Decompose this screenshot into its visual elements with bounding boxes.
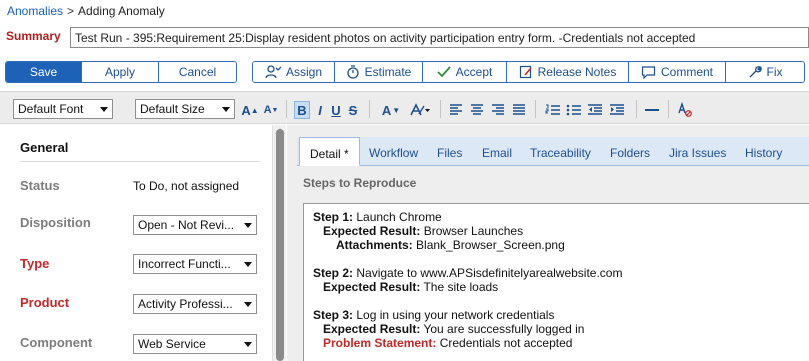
outdent-icon[interactable] <box>587 101 603 119</box>
cancel-button[interactable]: Cancel <box>159 62 236 82</box>
align-center-icon[interactable] <box>470 101 484 119</box>
chevron-down-icon <box>100 107 108 112</box>
tab-email[interactable]: Email <box>482 137 512 166</box>
step-line: Problem Statement: Credentials not accep… <box>323 336 573 350</box>
align-left-icon[interactable] <box>449 101 463 119</box>
estimate-button[interactable]: Estimate <box>335 62 423 82</box>
tab-traceability[interactable]: Traceability <box>530 137 591 166</box>
assign-label: Assign <box>285 65 323 79</box>
italic-button[interactable]: I <box>314 101 326 119</box>
font-family-select[interactable]: Default Font <box>13 99 113 119</box>
comment-bubble-icon <box>641 66 656 79</box>
scrollbar-thumb[interactable] <box>276 129 284 361</box>
font-family-value: Default Font <box>18 102 84 116</box>
component-label: Component <box>20 335 93 350</box>
type-select[interactable]: Incorrect Functi... <box>133 254 257 274</box>
assign-button[interactable]: Assign <box>253 62 335 82</box>
step-line: Step 2: Navigate to www.APSisdefinitelya… <box>313 266 623 280</box>
step-line: Attachments: Blank_Browser_Screen.png <box>336 238 565 252</box>
underline-button[interactable]: U <box>330 101 342 119</box>
component-select[interactable]: Web Service <box>133 334 257 354</box>
release-notes-icon <box>519 65 532 79</box>
font-size-select[interactable]: Default Size <box>135 99 235 119</box>
disposition-select[interactable]: Open - Not Revi... <box>133 215 257 235</box>
stopwatch-icon <box>347 65 359 79</box>
workflow-button-group: Assign Estimate Accept Release Notes Com… <box>252 61 805 83</box>
step-line: Expected Result: The site loads <box>323 280 499 294</box>
estimate-label: Estimate <box>364 65 412 79</box>
comment-button[interactable]: Comment <box>629 62 726 82</box>
breadcrumb-anomalies-link[interactable]: Anomalies <box>7 4 63 18</box>
breadcrumb-separator: > <box>67 4 75 18</box>
summary-label: Summary <box>6 29 61 43</box>
disposition-label: Disposition <box>20 215 91 230</box>
text-color-icon[interactable]: A ▼ <box>379 101 403 119</box>
breadcrumb: Anomalies > Adding Anomaly <box>7 4 165 18</box>
increase-font-icon[interactable]: A ▲ <box>241 101 258 119</box>
release-notes-button[interactable]: Release Notes <box>507 62 629 82</box>
editor-toolbar: Default Font Default Size A ▲ A ▼ B I U S … <box>0 91 809 124</box>
chevron-down-icon <box>244 342 252 347</box>
status-value: To Do, not assigned <box>133 179 240 193</box>
indent-icon[interactable] <box>609 101 625 119</box>
general-panel: General Status To Do, not assigned Dispo… <box>0 125 272 361</box>
general-divider <box>20 161 260 162</box>
font-size-value: Default Size <box>140 102 205 116</box>
tab-jira-issues[interactable]: Jira Issues <box>669 137 726 166</box>
checkmark-icon <box>437 66 451 78</box>
tab-detail[interactable]: Detail * <box>299 137 360 166</box>
release-notes-label: Release Notes <box>537 65 617 79</box>
step-line: Step 1: Launch Chrome <box>313 210 442 224</box>
summary-input[interactable] <box>70 27 809 48</box>
step-line: Expected Result: You are successfully lo… <box>323 322 585 336</box>
fix-button[interactable]: Fix <box>726 62 804 82</box>
numbered-list-icon[interactable] <box>545 101 561 119</box>
component-value: Web Service <box>138 337 206 351</box>
steps-to-reproduce-label: Steps to Reproduce <box>303 176 417 190</box>
highlight-color-icon[interactable] <box>408 101 432 119</box>
chevron-down-icon <box>244 262 252 267</box>
tab-history[interactable]: History <box>745 137 782 166</box>
action-button-group: Save Apply Cancel <box>5 61 237 83</box>
step-line: Expected Result: Browser Launches <box>323 224 524 238</box>
bulleted-list-icon[interactable] <box>566 101 582 119</box>
product-select[interactable]: Activity Professi... <box>133 294 257 314</box>
chevron-down-icon <box>244 223 252 228</box>
decrease-font-icon[interactable]: A ▼ <box>264 101 279 119</box>
left-pane-scrollbar[interactable] <box>272 125 286 361</box>
accept-label: Accept <box>455 65 493 79</box>
steps-editor[interactable]: Step 1: Launch Chrome Expected Result: B… <box>303 203 809 361</box>
bold-button[interactable]: B <box>294 101 310 119</box>
status-label: Status <box>20 178 60 193</box>
fix-label: Fix <box>766 65 783 79</box>
product-label: Product <box>20 295 70 310</box>
type-value: Incorrect Functi... <box>138 257 231 271</box>
breadcrumb-current: Adding Anomaly <box>78 4 165 18</box>
save-button[interactable]: Save <box>6 62 82 82</box>
accept-button[interactable]: Accept <box>423 62 507 82</box>
general-title: General <box>20 140 69 155</box>
type-label: Type <box>20 256 50 271</box>
assign-user-icon <box>265 65 281 79</box>
align-justify-icon[interactable] <box>512 101 526 119</box>
chevron-down-icon <box>222 107 230 112</box>
tab-workflow[interactable]: Workflow <box>369 137 418 166</box>
step-line: Step 3: Log in using your network creden… <box>313 308 555 322</box>
tab-files[interactable]: Files <box>437 137 462 166</box>
tab-folders[interactable]: Folders <box>610 137 650 166</box>
wrench-icon <box>749 66 762 78</box>
align-right-icon[interactable] <box>491 101 505 119</box>
chevron-down-icon <box>244 302 252 307</box>
clear-formatting-icon[interactable] <box>677 101 693 119</box>
apply-button[interactable]: Apply <box>82 62 159 82</box>
comment-label: Comment <box>660 65 713 79</box>
horizontal-rule-icon[interactable] <box>645 101 659 119</box>
strikethrough-button[interactable]: S <box>347 101 359 119</box>
disposition-value: Open - Not Revi... <box>138 218 235 232</box>
product-value: Activity Professi... <box>138 297 233 311</box>
